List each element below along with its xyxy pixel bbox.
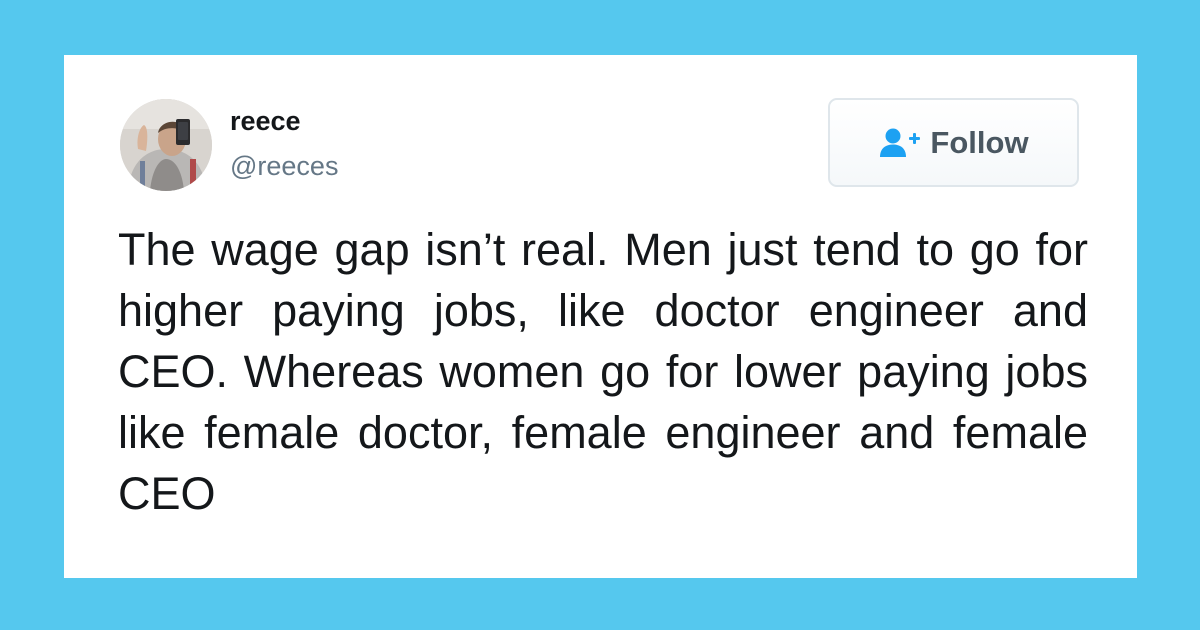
follow-button-label: Follow xyxy=(930,124,1029,160)
display-name[interactable]: reece xyxy=(230,104,301,138)
tweet-text: The wage gap isn’t real. Men just tend t… xyxy=(118,224,1088,519)
user-handle[interactable]: @reeces xyxy=(230,149,338,183)
follow-user-plus-icon xyxy=(878,126,922,160)
avatar[interactable] xyxy=(120,99,212,191)
avatar-photo xyxy=(120,99,212,191)
tweet-card: reece @reeces Follow The wage gap isn’t … xyxy=(64,55,1137,578)
follow-button[interactable]: Follow xyxy=(828,98,1079,187)
